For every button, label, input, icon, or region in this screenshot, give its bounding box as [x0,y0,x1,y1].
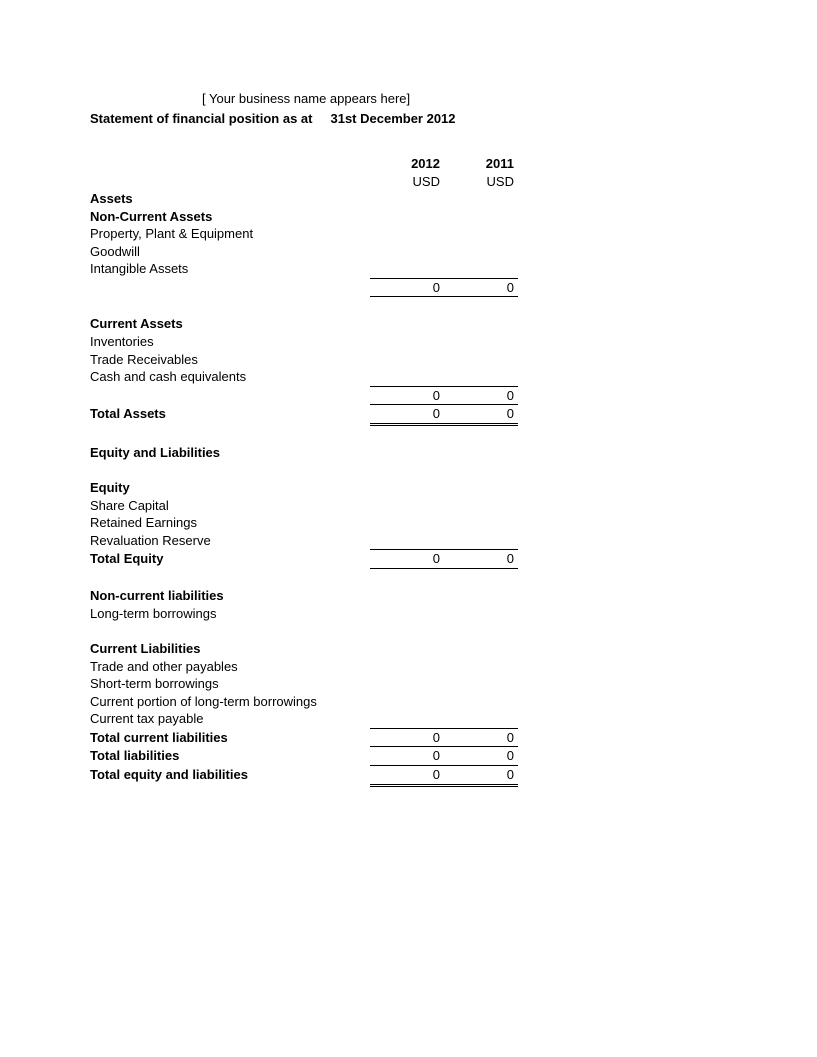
line-current-portion-lt: Current portion of long-term borrowings [90,693,370,711]
line-ppe: Property, Plant & Equipment [90,225,370,243]
line-cash: Cash and cash equivalents [90,368,370,386]
statement-date: 31st December 2012 [330,110,455,128]
total-equity-y1: 0 [370,549,444,569]
column-currency-1: USD [370,173,444,191]
total-liab-y1: 0 [370,747,444,766]
line-goodwill: Goodwill [90,243,370,261]
section-non-current-assets: Non-Current Assets [90,208,370,226]
line-revaluation-reserve: Revaluation Reserve [90,532,370,550]
nca-total-y1: 0 [370,278,444,298]
line-long-term-borrowings: Long-term borrowings [90,605,370,623]
column-header-year1: 2012 [370,155,444,173]
total-assets-y2: 0 [444,405,518,426]
section-equity: Equity [90,479,370,497]
ca-total-y1: 0 [370,386,444,406]
line-trade-receivables: Trade Receivables [90,351,370,369]
nca-total-y2: 0 [444,278,518,298]
line-intangible-assets: Intangible Assets [90,260,370,278]
total-liab-y2: 0 [444,747,518,766]
total-equity-liabilities-label: Total equity and liabilities [90,766,370,784]
total-liabilities-label: Total liabilities [90,747,370,765]
balance-sheet-document: [ Your business name appears here] State… [0,0,817,787]
total-cl-y1: 0 [370,728,444,748]
line-inventories: Inventories [90,333,370,351]
line-current-tax-payable: Current tax payable [90,710,370,728]
total-equity-y2: 0 [444,549,518,569]
line-trade-payables: Trade and other payables [90,658,370,676]
ca-total-y2: 0 [444,386,518,406]
total-el-y2: 0 [444,766,518,787]
total-cl-y2: 0 [444,728,518,748]
section-non-current-liabilities: Non-current liabilities [90,587,370,605]
statement-title: Statement of financial position as at [90,110,330,128]
line-retained-earnings: Retained Earnings [90,514,370,532]
section-current-assets: Current Assets [90,315,370,333]
section-current-liabilities: Current Liabilities [90,640,370,658]
business-name-placeholder: [ Your business name appears here] [202,91,410,106]
total-current-liabilities-label: Total current liabilities [90,729,370,747]
total-assets-y1: 0 [370,405,444,426]
section-equity-liabilities: Equity and Liabilities [90,444,370,462]
line-short-term-borrowings: Short-term borrowings [90,675,370,693]
total-assets-label: Total Assets [90,405,370,423]
column-currency-2: USD [444,173,518,191]
line-share-capital: Share Capital [90,497,370,515]
total-el-y1: 0 [370,766,444,787]
total-equity-label: Total Equity [90,550,370,568]
column-header-year2: 2011 [444,155,518,173]
section-assets: Assets [90,190,370,208]
